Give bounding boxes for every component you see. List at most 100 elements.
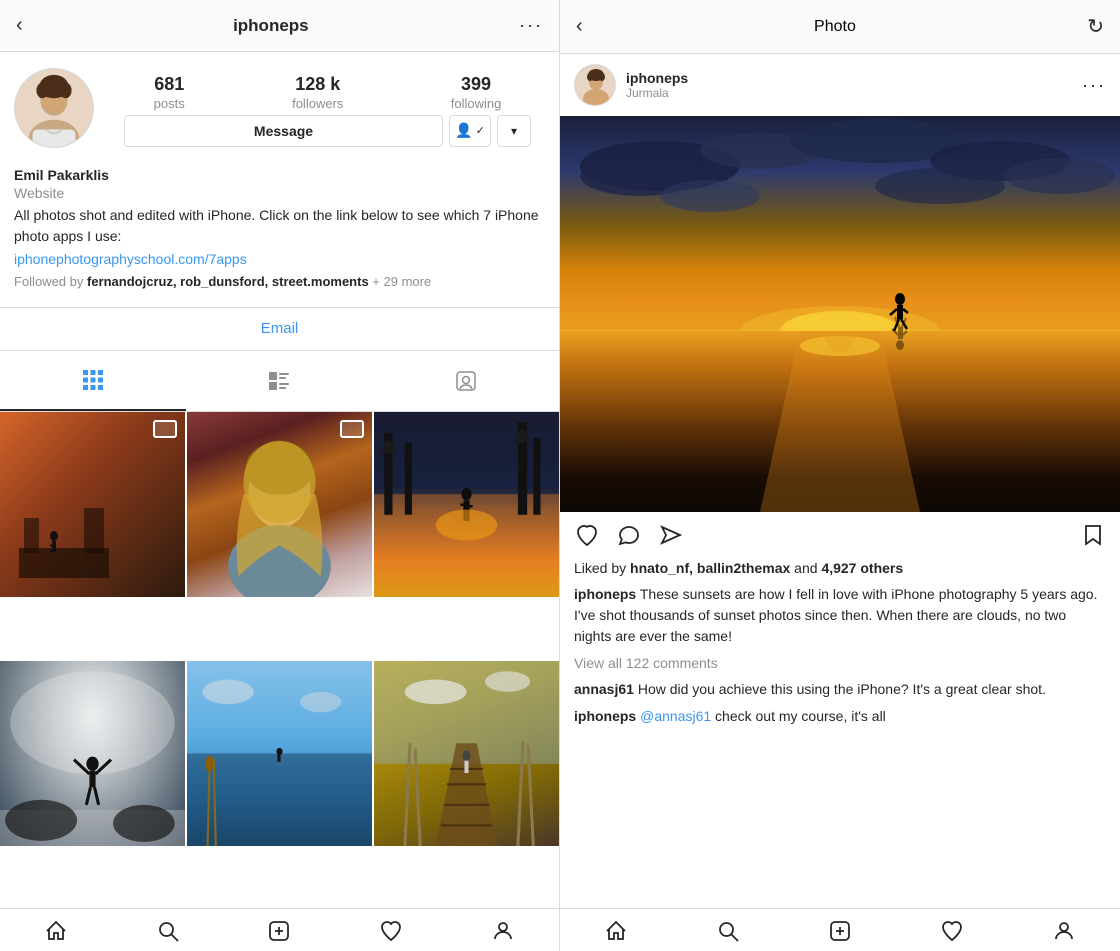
right-top-nav: ‹ Photo ↻ [560, 0, 1120, 54]
likes-count: 4,927 others [821, 560, 903, 576]
chevron-down-icon: ▾ [511, 124, 517, 138]
tab-tagged[interactable] [373, 357, 559, 411]
right-back-button[interactable]: ‹ [576, 15, 583, 38]
comment-2: iphoneps @annasj61 check out my course, … [560, 704, 1120, 731]
grid-photo-3[interactable] [374, 412, 559, 597]
bookmark-button[interactable] [1080, 522, 1106, 548]
profile-icon-right [1052, 919, 1076, 943]
action-row: Message 👤 ✓ ▾ [110, 115, 545, 157]
right-bottom-nav [560, 908, 1120, 951]
post-avatar[interactable] [574, 64, 616, 106]
right-nav-home[interactable] [560, 919, 672, 943]
post-username[interactable]: iphoneps [626, 70, 1072, 86]
profile-header: 681 posts 128 k followers 399 following … [0, 52, 559, 167]
followers-label: followers [292, 96, 343, 111]
comment-button[interactable] [616, 522, 642, 548]
tagged-icon [455, 370, 477, 398]
post-photo[interactable] [560, 116, 1120, 512]
following-label: following [451, 96, 502, 111]
grid-icon [82, 369, 104, 397]
grid-photo-5[interactable] [187, 661, 372, 846]
comment-2-text: check out my course, it's all [711, 708, 886, 724]
comment-2-mention[interactable]: @annasj61 [640, 708, 711, 724]
caption-text: These sunsets are how I fell in love wit… [574, 586, 1097, 644]
followed-by: Followed by fernandojcruz, rob_dunsford,… [14, 273, 545, 291]
grid-photo-2[interactable] [187, 412, 372, 597]
home-icon-right [604, 919, 628, 943]
right-nav-add[interactable] [784, 919, 896, 943]
right-nav-search[interactable] [672, 919, 784, 943]
add-icon-right [828, 919, 852, 943]
left-bottom-nav [0, 908, 559, 951]
nav-profile[interactable] [447, 919, 559, 943]
right-nav-title: Photo [814, 18, 856, 36]
dropdown-button[interactable]: ▾ [497, 115, 531, 147]
checkmark-icon: ✓ [476, 124, 485, 137]
multi-photo-icon [153, 420, 177, 438]
likes-row: Liked by hnato_nf, ballin2themax and 4,9… [560, 558, 1120, 582]
back-button[interactable]: ‹ [16, 14, 23, 37]
photo-grid [0, 412, 559, 908]
left-top-nav: ‹ iphoneps ··· [0, 0, 559, 52]
nav-search[interactable] [112, 919, 224, 943]
nav-heart[interactable] [335, 919, 447, 943]
left-panel: ‹ iphoneps ··· [0, 0, 560, 951]
followers-count: 128 k [295, 74, 340, 96]
posts-label: posts [154, 96, 185, 111]
post-location[interactable]: Jurmala [626, 86, 1072, 100]
profile-avatar[interactable] [14, 68, 94, 148]
post-actions [560, 512, 1120, 558]
post-more-button[interactable]: ··· [1082, 75, 1106, 96]
comment-1-text: How did you achieve this using the iPhon… [634, 681, 1046, 697]
bio-description: All photos shot and edited with iPhone. … [14, 205, 545, 247]
stats-row: 681 posts 128 k followers 399 following [110, 74, 545, 111]
left-nav-title: iphoneps [233, 16, 309, 36]
followed-names: fernandojcruz, rob_dunsford, street.mome… [87, 274, 369, 289]
comment-1-user[interactable]: annasj61 [574, 681, 634, 697]
website-label: Website [14, 185, 545, 201]
profile-name: Emil Pakarklis [14, 167, 545, 183]
grid-photo-6[interactable] [374, 661, 559, 846]
message-button[interactable]: Message [124, 115, 443, 147]
view-comments[interactable]: View all 122 comments [560, 653, 1120, 677]
tab-grid[interactable] [0, 357, 186, 411]
profile-icon [491, 919, 515, 943]
bio-link[interactable]: iphonephotographyschool.com/7apps [14, 251, 545, 267]
caption-username[interactable]: iphoneps [574, 586, 636, 602]
tab-list[interactable] [186, 357, 372, 411]
home-icon [44, 919, 68, 943]
multi-photo-icon-2 [340, 420, 364, 438]
nav-home[interactable] [0, 919, 112, 943]
right-nav-profile[interactable] [1008, 919, 1120, 943]
posts-count: 681 [154, 74, 184, 96]
stat-posts[interactable]: 681 posts [154, 74, 185, 111]
comment-1: annasj61 How did you achieve this using … [560, 677, 1120, 704]
like-button[interactable] [574, 522, 600, 548]
follow-button[interactable]: 👤 ✓ [449, 115, 491, 147]
post-caption: iphoneps These sunsets are how I fell in… [560, 582, 1120, 653]
add-icon [267, 919, 291, 943]
search-icon-right [716, 919, 740, 943]
grid-photo-1[interactable] [0, 412, 185, 597]
bio-section: Emil Pakarklis Website All photos shot a… [0, 167, 559, 301]
post-header: iphoneps Jurmala ··· [560, 54, 1120, 116]
stat-following[interactable]: 399 following [451, 74, 502, 111]
list-icon [268, 370, 290, 398]
likes-users: hnato_nf, ballin2themax [630, 560, 790, 576]
share-button[interactable] [658, 522, 684, 548]
more-button-left[interactable]: ··· [519, 15, 543, 36]
tab-bar [0, 357, 559, 412]
heart-icon [379, 919, 403, 943]
comment-2-user[interactable]: iphoneps [574, 708, 636, 724]
stat-followers[interactable]: 128 k followers [292, 74, 343, 111]
following-count: 399 [461, 74, 491, 96]
email-button[interactable]: Email [261, 320, 299, 337]
right-nav-heart[interactable] [896, 919, 1008, 943]
search-icon [156, 919, 180, 943]
email-row: Email [0, 307, 559, 351]
refresh-button[interactable]: ↻ [1087, 14, 1104, 39]
nav-add[interactable] [224, 919, 336, 943]
post-user-info: iphoneps Jurmala [626, 70, 1072, 100]
grid-photo-4[interactable] [0, 661, 185, 846]
person-icon: 👤 [455, 122, 472, 139]
